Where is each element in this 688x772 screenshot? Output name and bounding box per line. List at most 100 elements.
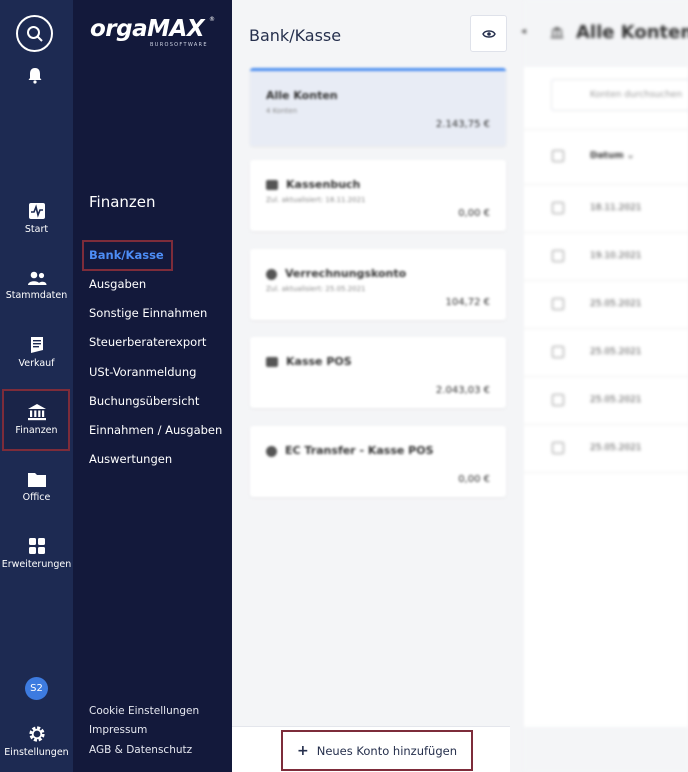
finance-subnav: orgaMAX ® BUROSOFTWARE Finanzen Bank/Kas… [73,0,232,772]
subnav-item-auswertungen[interactable]: Auswertungen [89,452,172,466]
notifications-button[interactable] [26,66,44,88]
gear-icon [28,726,45,742]
rail-item-label: Erweiterungen [1,559,72,570]
transfer-icon [266,445,277,457]
bell-icon [28,68,42,84]
subnav-item-einnahmen-ausgaben[interactable]: Einnahmen / Ausgaben [89,423,222,437]
account-card-verrechnungskonto[interactable]: Verrechnungskonto Zul. aktualisiert: 25.… [250,249,506,320]
row-checkbox[interactable] [552,250,564,262]
rail-item-label: Office [22,492,51,503]
rail-item-office[interactable]: Office [0,471,73,503]
account-name: Verrechnungskonto [266,267,406,280]
rail-item-stammdaten[interactable]: Stammdaten [0,270,73,301]
subnav-item-ausgaben[interactable]: Ausgaben [89,277,146,291]
table-row[interactable]: 19.10.2021 [524,233,688,281]
table-header-row: Datum ⌄ [524,129,688,185]
row-date: 18.11.2021 [590,203,642,213]
table-row[interactable]: 25.05.2021 [524,377,688,425]
add-account-button[interactable]: + Neues Konto hinzufügen [281,730,473,771]
account-name: Alle Konten [266,89,338,102]
account-name: Kassenbuch [266,178,360,191]
column-header-datum[interactable]: Datum ⌄ [590,151,634,161]
row-checkbox[interactable] [552,298,564,310]
section-title: Finanzen [89,193,156,211]
account-name: Kasse POS [266,355,352,368]
account-card-kassenbuch[interactable]: Kassenbuch Zul. aktualisiert: 18.11.2021… [250,160,506,231]
row-date: 25.05.2021 [590,395,642,405]
table-row[interactable]: 25.05.2021 [524,281,688,329]
brand-logo: orgaMAX [90,16,205,42]
table-row[interactable]: 25.05.2021 [524,425,688,473]
activity-icon [28,203,45,219]
search-button[interactable] [16,15,53,52]
transfer-icon [266,268,277,280]
account-subtext: 4 Konten [266,107,298,115]
agb-datenschutz-link[interactable]: AGB & Datenschutz [89,744,192,756]
account-amount: 0,00 € [458,208,490,219]
plus-icon: + [296,742,309,759]
main-rail: Start Stammdaten Verkauf Finanzen Office… [0,0,73,772]
eye-icon [481,29,496,38]
cookie-settings-link[interactable]: Cookie Einstellungen [89,705,199,717]
account-search-input[interactable]: Konten durchsuchen [551,79,688,111]
rail-item-einstellungen[interactable]: Einstellungen [0,725,73,758]
subnav-item-bank-kasse[interactable]: Bank/Kasse [89,248,164,262]
grid-icon [28,538,45,554]
brand-tagline: BUROSOFTWARE [150,42,208,48]
register-icon [266,357,278,367]
row-checkbox[interactable] [552,346,564,358]
row-date: 25.05.2021 [590,443,642,453]
account-subtext: Zul. aktualisiert: 25.05.2021 [266,285,366,293]
bank-icon [27,404,46,421]
table-row[interactable]: 25.05.2021 [524,329,688,377]
rail-item-start[interactable]: Start [0,202,73,235]
subnav-item-sonstige-einnahmen[interactable]: Sonstige Einnahmen [89,306,207,320]
transactions-table: Konten durchsuchen Datum ⌄ 18.11.2021 19… [524,67,688,727]
sort-chevron-icon: ⌄ [626,151,635,161]
rail-item-label: Verkauf [18,358,55,369]
rail-item-label: Start [24,224,49,235]
folder-icon [27,473,46,487]
rail-item-label: Stammdaten [5,290,68,301]
receipt-icon [30,337,43,353]
page-title: Bank/Kasse [249,26,342,45]
cash-icon [266,180,278,190]
select-all-checkbox[interactable] [552,150,564,162]
account-list-panel: Bank/Kasse Alle Konten 4 Konten 2.143,75… [232,0,524,772]
rail-item-erweiterungen[interactable]: Erweiterungen [0,537,73,570]
account-card-ec-transfer[interactable]: EC Transfer - Kasse POS 0,00 € [250,426,506,497]
add-account-label: Neues Konto hinzufügen [316,743,457,758]
row-checkbox[interactable] [552,442,564,454]
account-list-footer: + Neues Konto hinzufügen [232,726,510,772]
account-card-kasse-pos[interactable]: Kasse POS 2.043,03 € [250,337,506,408]
row-checkbox[interactable] [552,202,564,214]
rail-item-label: Finanzen [15,425,58,436]
user-avatar[interactable]: S2 [25,677,48,700]
registered-mark-icon: ® [209,16,215,23]
rail-item-label: Einstellungen [4,747,69,758]
toggle-visibility-button[interactable] [470,15,507,52]
account-subtext: Zul. aktualisiert: 18.11.2021 [266,196,366,204]
account-name: EC Transfer - Kasse POS [266,444,434,457]
impressum-link[interactable]: Impressum [89,724,147,736]
subnav-item-buchungsuebersicht[interactable]: Buchungsübersicht [89,394,199,408]
collapse-icon[interactable]: ◂ [521,26,526,37]
subnav-item-ust-voranmeldung[interactable]: USt-Voranmeldung [89,365,196,379]
rail-item-finanzen[interactable]: Finanzen [0,403,73,436]
transactions-area: ◂ Alle Konten Konten durchsuchen Datum ⌄… [521,0,688,772]
row-date: 19.10.2021 [590,251,642,261]
transactions-title: Alle Konten [576,22,688,43]
bank-icon [550,26,564,39]
account-amount: 2.143,75 € [435,119,490,130]
account-amount: 104,72 € [445,297,490,308]
rail-item-verkauf[interactable]: Verkauf [0,336,73,369]
row-date: 25.05.2021 [590,347,642,357]
table-row[interactable]: 18.11.2021 [524,185,688,233]
subnav-item-steuerberaterexport[interactable]: Steuerberaterexport [89,335,206,349]
account-card-all[interactable]: Alle Konten 4 Konten 2.143,75 € [250,68,506,146]
transactions-header: ◂ Alle Konten [521,0,688,66]
row-checkbox[interactable] [552,394,564,406]
row-date: 25.05.2021 [590,299,642,309]
account-amount: 2.043,03 € [435,385,490,396]
account-amount: 0,00 € [458,474,490,485]
